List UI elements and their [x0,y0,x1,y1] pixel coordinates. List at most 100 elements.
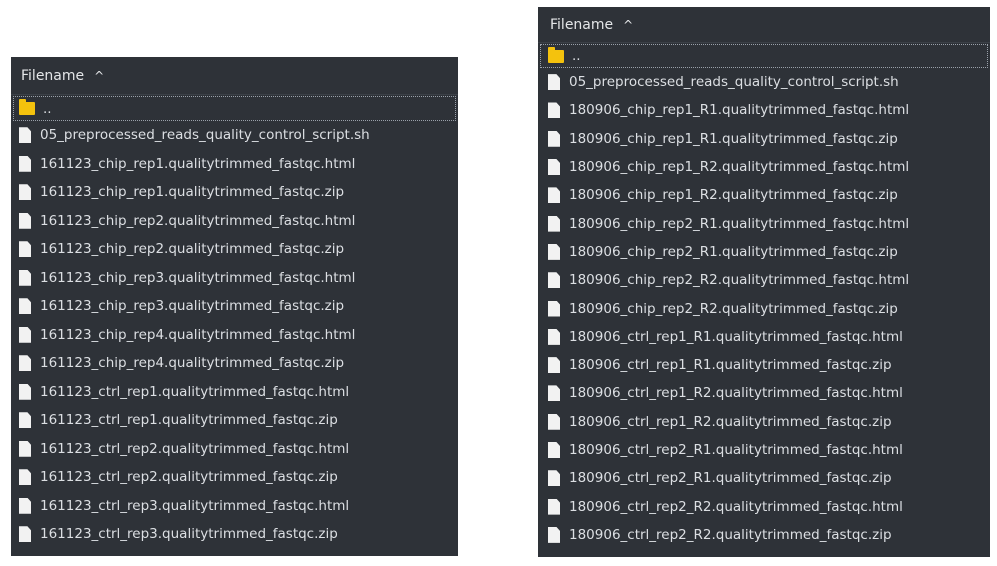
file-row[interactable]: 180906_ctrl_rep1_R2.qualitytrimmed_fastq… [538,379,990,407]
folder-icon [548,46,564,63]
file-name: 05_preprocessed_reads_quality_control_sc… [40,127,370,144]
file-row[interactable]: 161123_chip_rep3.qualitytrimmed_fastqc.h… [11,264,458,293]
file-row[interactable]: 161123_ctrl_rep2.qualitytrimmed_fastqc.h… [11,435,458,464]
file-row[interactable]: 161123_chip_rep3.qualitytrimmed_fastqc.z… [11,292,458,321]
column-header-label: Filename [550,16,614,33]
file-row[interactable]: 180906_chip_rep2_R2.qualitytrimmed_fastq… [538,266,990,294]
file-list: .. 05_preprocessed_reads_quality_control… [538,44,990,549]
filename-column-header[interactable]: Filename ^ [538,7,990,43]
file-icon [19,526,31,543]
file-name: 180906_ctrl_rep2_R1.qualitytrimmed_fastq… [569,470,892,487]
file-name: 180906_ctrl_rep1_R2.qualitytrimmed_fastq… [569,413,892,430]
file-name: 161123_chip_rep4.qualitytrimmed_fastqc.z… [40,355,345,372]
file-row[interactable]: 180906_chip_rep1_R1.qualitytrimmed_fastq… [538,125,990,153]
file-row[interactable]: 180906_chip_rep1_R1.qualitytrimmed_fastq… [538,96,990,124]
file-row[interactable]: 161123_ctrl_rep1.qualitytrimmed_fastqc.h… [11,378,458,407]
file-row[interactable]: 180906_chip_rep2_R1.qualitytrimmed_fastq… [538,209,990,237]
file-name: 180906_ctrl_rep2_R1.qualitytrimmed_fastq… [569,442,903,458]
file-row[interactable]: 180906_chip_rep1_R2.qualitytrimmed_fastq… [538,181,990,209]
file-icon [548,470,560,487]
file-icon [548,328,560,345]
file-icon [19,412,31,429]
file-icon [548,357,560,374]
file-name: 180906_chip_rep2_R2.qualitytrimmed_fastq… [569,272,910,289]
file-name: 161123_ctrl_rep2.qualitytrimmed_fastqc.z… [40,469,338,486]
file-row[interactable]: 180906_chip_rep1_R2.qualitytrimmed_fastq… [538,153,990,181]
file-name: 180906_chip_rep1_R2.qualitytrimmed_fastq… [569,159,910,176]
file-icon [19,127,31,144]
file-icon [19,355,31,372]
file-name: 180906_chip_rep1_R1.qualitytrimmed_fastq… [569,130,898,147]
file-name: 161123_chip_rep3.qualitytrimmed_fastqc.h… [40,269,356,286]
file-name: 161123_ctrl_rep1.qualitytrimmed_fastqc.z… [40,412,338,429]
file-icon [548,74,560,91]
file-name: 161123_chip_rep3.qualitytrimmed_fastqc.z… [40,298,345,315]
file-name: 161123_chip_rep4.qualitytrimmed_fastqc.h… [40,326,356,343]
file-list: .. 05_preprocessed_reads_quality_control… [11,96,458,549]
file-icon [19,469,31,486]
file-icon [19,241,31,258]
chevron-up-icon: ^ [623,17,634,32]
file-name: 161123_chip_rep2.qualitytrimmed_fastqc.z… [40,241,345,258]
file-row[interactable]: 180906_ctrl_rep1_R2.qualitytrimmed_fastq… [538,408,990,436]
parent-directory-label: .. [572,48,581,64]
file-icon [19,269,31,286]
file-row[interactable]: 180906_ctrl_rep2_R1.qualitytrimmed_fastq… [538,436,990,464]
file-row[interactable]: 161123_chip_rep2.qualitytrimmed_fastqc.z… [11,235,458,264]
file-row[interactable]: 161123_ctrl_rep2.qualitytrimmed_fastqc.z… [11,463,458,492]
file-name: 180906_ctrl_rep1_R2.qualitytrimmed_fastq… [569,385,903,402]
file-name: 180906_chip_rep2_R1.qualitytrimmed_fastq… [569,215,910,232]
file-name: 180906_ctrl_rep1_R1.qualitytrimmed_fastq… [569,357,892,374]
file-list-pane-left: Filename ^ .. 05_preprocessed_reads_qual… [11,57,458,556]
file-row[interactable]: 05_preprocessed_reads_quality_control_sc… [538,68,990,96]
file-row[interactable]: 180906_ctrl_rep2_R2.qualitytrimmed_fastq… [538,521,990,549]
chevron-up-icon: ^ [94,68,105,83]
file-icon [19,212,31,229]
file-icon [19,298,31,315]
parent-directory-row[interactable]: .. [540,44,988,68]
file-row[interactable]: 180906_ctrl_rep1_R1.qualitytrimmed_fastq… [538,351,990,379]
parent-directory-label: .. [43,100,52,117]
file-icon [19,155,31,172]
file-row[interactable]: 161123_ctrl_rep3.qualitytrimmed_fastqc.z… [11,520,458,549]
folder-icon [19,99,35,115]
file-icon [548,272,560,289]
file-row[interactable]: 161123_chip_rep1.qualitytrimmed_fastqc.z… [11,178,458,207]
column-header-label: Filename [21,67,85,84]
file-name: 180906_chip_rep1_R1.qualitytrimmed_fastq… [569,102,910,119]
file-name: 180906_chip_rep1_R2.qualitytrimmed_fastq… [569,187,898,204]
file-name: 161123_chip_rep1.qualitytrimmed_fastqc.z… [40,184,345,201]
file-icon [19,326,31,343]
file-name: 05_preprocessed_reads_quality_control_sc… [569,74,899,91]
parent-directory-row[interactable]: .. [13,96,456,121]
file-icon [548,159,560,176]
file-row[interactable]: 180906_ctrl_rep2_R2.qualitytrimmed_fastq… [538,492,990,520]
file-icon [19,383,31,400]
file-icon [548,498,560,515]
file-icon [19,497,31,514]
file-row[interactable]: 180906_chip_rep2_R2.qualitytrimmed_fastq… [538,294,990,322]
file-icon [548,442,560,458]
file-name: 161123_ctrl_rep1.qualitytrimmed_fastqc.h… [40,383,350,400]
file-name: 180906_ctrl_rep1_R1.qualitytrimmed_fastq… [569,328,903,345]
file-name: 161123_ctrl_rep2.qualitytrimmed_fastqc.h… [40,440,350,457]
file-row[interactable]: 180906_ctrl_rep1_R1.qualitytrimmed_fastq… [538,323,990,351]
file-icon [19,440,31,457]
filename-column-header[interactable]: Filename ^ [11,57,458,95]
file-row[interactable]: 161123_chip_rep4.qualitytrimmed_fastqc.h… [11,321,458,350]
file-row[interactable]: 161123_chip_rep4.qualitytrimmed_fastqc.z… [11,349,458,378]
file-row[interactable]: 161123_ctrl_rep3.qualitytrimmed_fastqc.h… [11,492,458,521]
file-icon [548,385,560,402]
file-row[interactable]: 161123_chip_rep2.qualitytrimmed_fastqc.h… [11,207,458,236]
file-row[interactable]: 180906_ctrl_rep2_R1.qualitytrimmed_fastq… [538,464,990,492]
file-row[interactable]: 161123_ctrl_rep1.qualitytrimmed_fastqc.z… [11,406,458,435]
file-icon [548,413,560,430]
file-row[interactable]: 05_preprocessed_reads_quality_control_sc… [11,121,458,150]
file-name: 161123_chip_rep2.qualitytrimmed_fastqc.h… [40,212,356,229]
file-name: 161123_chip_rep1.qualitytrimmed_fastqc.h… [40,155,356,172]
file-name: 180906_ctrl_rep2_R2.qualitytrimmed_fastq… [569,498,903,515]
file-icon [548,243,560,260]
file-icon [548,102,560,119]
file-row[interactable]: 180906_chip_rep2_R1.qualitytrimmed_fastq… [538,238,990,266]
file-row[interactable]: 161123_chip_rep1.qualitytrimmed_fastqc.h… [11,150,458,179]
